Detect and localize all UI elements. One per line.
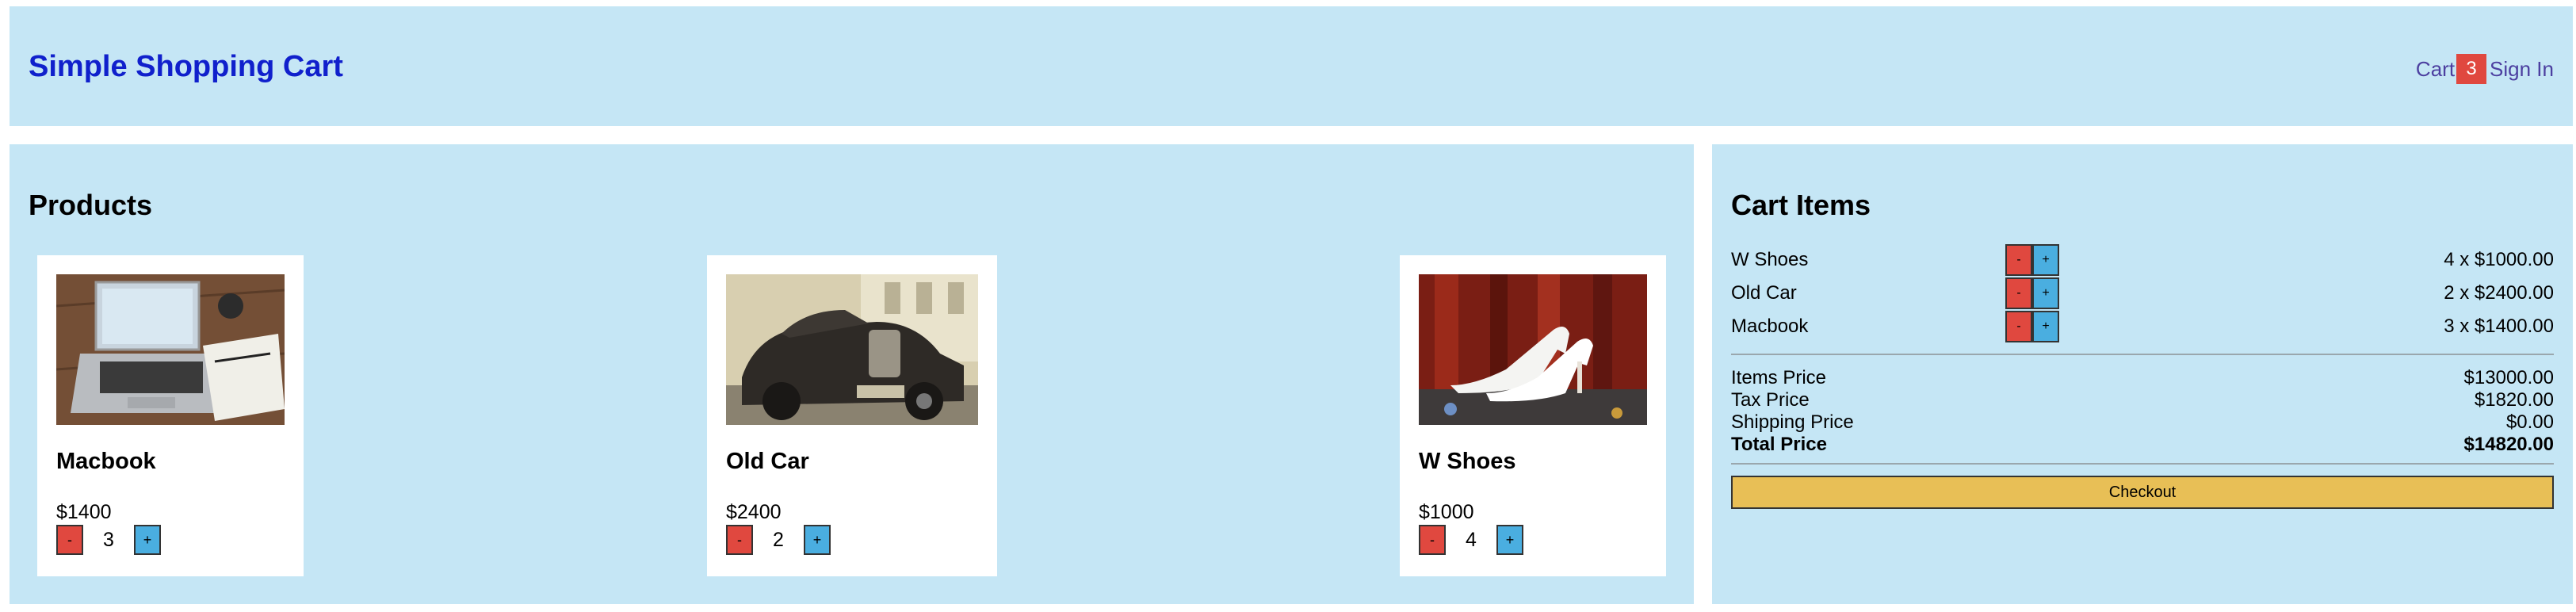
product-card: W Shoes $1000 - 4 + — [1400, 255, 1666, 576]
cart-item-row: Old Car - + 2 x $2400.00 — [1731, 277, 2554, 311]
product-name: Old Car — [726, 449, 809, 474]
quantity-stepper: - 4 + — [1419, 525, 1523, 555]
top-nav: Cart 3 Sign In — [2416, 53, 2554, 85]
quantity-value: 4 — [1466, 528, 1477, 551]
cart-heading: Cart Items — [1731, 189, 1871, 221]
laptop-on-desk-image[interactable] — [56, 274, 285, 425]
remove-one-button[interactable]: - — [2005, 277, 2032, 309]
increase-button[interactable]: + — [1496, 525, 1523, 555]
product-price: $2400 — [726, 501, 782, 523]
shipping-price-row: Shipping Price $0.00 — [1731, 411, 2554, 434]
cart-count-badge: 3 — [2456, 54, 2487, 84]
decrease-button[interactable]: - — [726, 525, 753, 555]
total-price-row: Total Price $14820.00 — [1731, 434, 2554, 456]
cart-link[interactable]: Cart — [2416, 57, 2455, 82]
increase-button[interactable]: + — [804, 525, 831, 555]
divider — [1731, 463, 2554, 465]
cart-item-stepper: - + — [2005, 244, 2059, 276]
cart-item-name: W Shoes — [1731, 249, 1809, 270]
tax-price-label: Tax Price — [1731, 389, 1810, 411]
decrease-button[interactable]: - — [56, 525, 83, 555]
divider — [1731, 354, 2554, 355]
increase-button[interactable]: + — [134, 525, 161, 555]
total-price-label: Total Price — [1731, 434, 1827, 455]
cart-section: Cart Items W Shoes - + 4 x $1000.00 Old … — [1712, 144, 2573, 604]
cart-item-row: Macbook - + 3 x $1400.00 — [1731, 311, 2554, 344]
product-card: Old Car $2400 - 2 + — [707, 255, 997, 576]
products-heading: Products — [29, 189, 153, 221]
cart-item-name: Old Car — [1731, 282, 1797, 304]
sign-in-link[interactable]: Sign In — [2490, 57, 2554, 82]
checkout-button[interactable]: Checkout — [1731, 476, 2554, 509]
add-one-button[interactable]: + — [2032, 277, 2059, 309]
add-one-button[interactable]: + — [2032, 244, 2059, 276]
product-name: Macbook — [56, 449, 156, 474]
remove-one-button[interactable]: - — [2005, 244, 2032, 276]
product-price: $1000 — [1419, 501, 1474, 523]
quantity-value: 2 — [773, 528, 784, 551]
decrease-button[interactable]: - — [1419, 525, 1446, 555]
tax-price-row: Tax Price $1820.00 — [1731, 389, 2554, 411]
items-price-value: $13000.00 — [2463, 367, 2554, 388]
shipping-price-value: $0.00 — [2505, 411, 2554, 433]
total-price-value: $14820.00 — [2463, 434, 2554, 455]
product-price: $1400 — [56, 501, 112, 523]
shipping-price-label: Shipping Price — [1731, 411, 1854, 433]
items-price-label: Items Price — [1731, 367, 1827, 388]
cart-item-amount: 2 x $2400.00 — [2444, 282, 2554, 304]
white-heels-image[interactable] — [1419, 274, 1647, 425]
product-card: Macbook $1400 - 3 + — [37, 255, 304, 576]
product-name: W Shoes — [1419, 449, 1516, 474]
quantity-stepper: - 2 + — [726, 525, 831, 555]
remove-one-button[interactable]: - — [2005, 311, 2032, 342]
cart-item-amount: 4 x $1000.00 — [2444, 249, 2554, 270]
quantity-value: 3 — [103, 528, 114, 551]
cart-item-name: Macbook — [1731, 316, 1809, 337]
tax-price-value: $1820.00 — [2474, 389, 2554, 411]
cart-item-stepper: - + — [2005, 277, 2059, 309]
cart-item-amount: 3 x $1400.00 — [2444, 316, 2554, 337]
vintage-car-image[interactable] — [726, 274, 978, 425]
header-bar: Simple Shopping Cart Cart 3 Sign In — [10, 6, 2573, 126]
cart-item-row: W Shoes - + 4 x $1000.00 — [1731, 244, 2554, 277]
products-section: Products Macbook $1400 - 3 + Old Car $24… — [10, 144, 1694, 604]
cart-item-stepper: - + — [2005, 311, 2059, 342]
quantity-stepper: - 3 + — [56, 525, 161, 555]
brand-title[interactable]: Simple Shopping Cart — [29, 50, 343, 84]
items-price-row: Items Price $13000.00 — [1731, 367, 2554, 389]
add-one-button[interactable]: + — [2032, 311, 2059, 342]
